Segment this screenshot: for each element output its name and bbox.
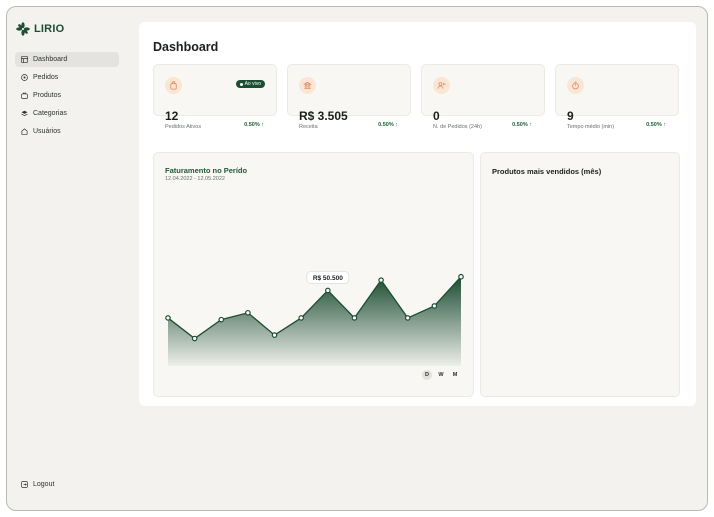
- sidebar-item-dashboard[interactable]: Dashboard: [15, 52, 119, 67]
- brand-logo[interactable]: LIRIO: [16, 22, 64, 36]
- sidebar-item-label: Dashboard: [33, 56, 68, 63]
- stat-value: 0: [433, 109, 440, 123]
- chart-point[interactable]: [325, 287, 331, 294]
- period-option-day[interactable]: D: [422, 370, 432, 380]
- usuarios-icon: [21, 128, 28, 135]
- revenue-chart: R$ 50.500: [165, 271, 464, 366]
- sidebar: LIRIO Dashboard Pedidos Produtos Categor…: [7, 7, 129, 510]
- shopping-bag-icon: [170, 81, 177, 90]
- sidebar-item-categorias[interactable]: Categorias: [15, 106, 119, 121]
- stat-card-pedidos-24h: 0 N. de Pedidos (24h) 0.50% ↑: [421, 64, 545, 130]
- stat-value: 12: [165, 109, 179, 123]
- chart-point[interactable]: [378, 277, 384, 283]
- sidebar-item-pedidos[interactable]: Pedidos: [15, 70, 119, 85]
- chart-point[interactable]: [458, 273, 464, 280]
- live-badge-label: Ao vivo: [244, 81, 261, 87]
- pedidos-icon: [21, 74, 28, 81]
- chart-point[interactable]: [245, 309, 251, 316]
- stat-value: 9: [567, 109, 574, 123]
- revenue-panel: Faturamento no Perído 12.04.2022 - 12.05…: [153, 152, 474, 397]
- stat-label: Receita: [299, 124, 318, 130]
- chart-point[interactable]: [191, 335, 198, 342]
- stat-value: R$ 3.505: [299, 109, 348, 123]
- users-icon: [437, 82, 446, 89]
- chart-area: [168, 276, 461, 366]
- main-content: Dashboard Ao vivo 12 Pedidos Ativos 0.50…: [139, 22, 696, 406]
- logout-label: Logout: [33, 481, 55, 488]
- sidebar-item-label: Categorias: [33, 110, 67, 117]
- stat-delta: 0.50% ↑: [244, 122, 264, 128]
- stat-delta: 0.50% ↑: [646, 122, 666, 128]
- sidebar-item-label: Usuários: [33, 128, 61, 135]
- sidebar-item-produtos[interactable]: Produtos: [15, 88, 119, 103]
- stat-label: Pedidos Ativos: [165, 124, 202, 130]
- chart-point[interactable]: [271, 332, 278, 338]
- stat-card-receita: R$ 3.505 Receita 0.50% ↑: [287, 64, 411, 130]
- icon-badge: [165, 77, 182, 94]
- categorias-icon: [21, 110, 28, 116]
- brand-name: LIRIO: [34, 23, 65, 35]
- best-sellers-title: Produtos mais vendidos (mês): [492, 167, 602, 176]
- stat-label: N. de Pedidos (24h): [433, 124, 482, 130]
- icon-badge: [567, 77, 584, 94]
- stat-label: Tempo médio (min): [567, 124, 615, 130]
- logout-icon: [21, 481, 28, 488]
- period-option-week[interactable]: W: [436, 370, 446, 380]
- lily-icon: [16, 22, 30, 36]
- app-window: LIRIO Dashboard Pedidos Produtos Categor…: [6, 6, 708, 511]
- live-badge: Ao vivo: [235, 80, 265, 88]
- produtos-icon: [21, 92, 28, 99]
- page-title: Dashboard: [153, 40, 219, 54]
- icon-badge: [433, 77, 450, 94]
- best-sellers-panel: Produtos mais vendidos (mês): [480, 152, 680, 397]
- stat-delta: 0.50% ↑: [512, 122, 532, 128]
- stat-card-tempo-medio: 9 Tempo médio (min) 0.50% ↑: [555, 64, 679, 130]
- stat-card-pedidos-ativos: Ao vivo 12 Pedidos Ativos 0.50% ↑: [153, 64, 277, 130]
- sidebar-nav: Dashboard Pedidos Produtos Categorias Us…: [15, 52, 119, 142]
- dashboard-icon: [21, 56, 28, 63]
- chart-point[interactable]: [351, 315, 358, 321]
- sidebar-item-label: Pedidos: [33, 74, 59, 81]
- bank-icon: [303, 81, 312, 89]
- sidebar-item-usuarios[interactable]: Usuários: [15, 124, 119, 139]
- chart-point[interactable]: [218, 316, 225, 323]
- timer-icon: [572, 81, 579, 90]
- chart-point[interactable]: [165, 315, 171, 321]
- period-option-month[interactable]: M: [450, 370, 460, 380]
- chart-tooltip: R$ 50.500: [306, 271, 350, 284]
- icon-badge: [299, 77, 316, 94]
- chart-point[interactable]: [404, 315, 411, 321]
- stat-delta: 0.50% ↑: [378, 122, 398, 128]
- period-toggle: D W M: [422, 370, 460, 380]
- tooltip-value: R$ 50.500: [313, 275, 343, 282]
- logout-button[interactable]: Logout: [21, 481, 54, 488]
- live-dot-icon: [239, 82, 243, 86]
- chart-point[interactable]: [431, 303, 438, 309]
- chart-point[interactable]: [298, 315, 304, 321]
- sidebar-item-label: Produtos: [33, 92, 62, 99]
